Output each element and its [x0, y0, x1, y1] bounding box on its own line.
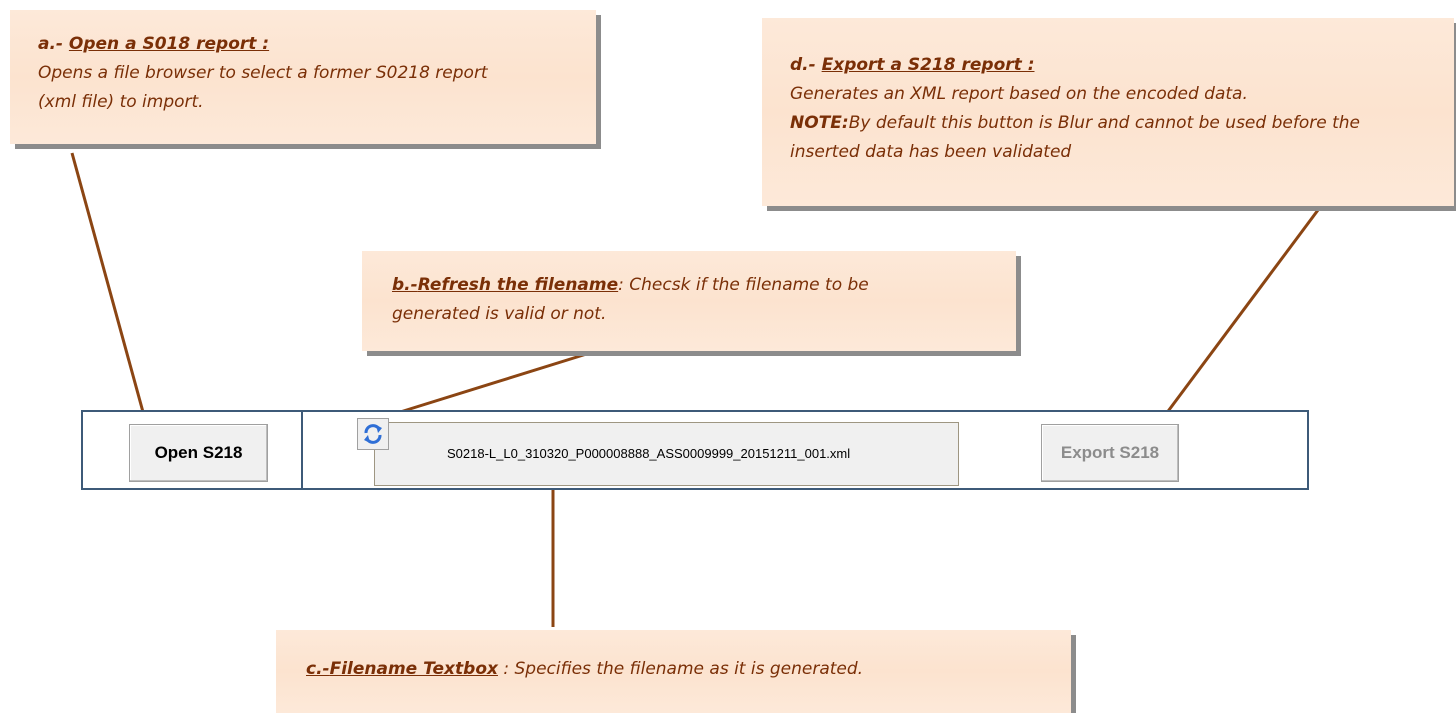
filename-textbox[interactable]: S0218-L_L0_310320_P000008888_ASS0009999_…: [374, 422, 959, 486]
report-toolbar: Open S218 S0218-L_L0_310320_P000008888_A…: [81, 410, 1309, 490]
toolbar-divider: [301, 412, 303, 488]
callout-b-line-1: b.-Refresh the filename: Checsk if the f…: [392, 275, 869, 295]
export-s218-button[interactable]: Export S218: [1041, 424, 1179, 482]
callout-c-line: c.-Filename Textbox : Specifies the file…: [306, 659, 864, 679]
leader-line-b: [396, 350, 594, 415]
callout-d-line-3: inserted data has been validated: [790, 142, 1072, 162]
callout-a-heading: a.- Open a S018 report :: [38, 34, 270, 54]
callout-filename-textbox: c.-Filename Textbox : Specifies the file…: [276, 630, 1071, 713]
callout-d-heading: d.- Export a S218 report :: [790, 55, 1035, 75]
callout-a-line-2: (xml file) to import.: [38, 92, 204, 112]
callout-open-report: a.- Open a S018 report : Opens a file br…: [10, 10, 596, 144]
refresh-filename-button[interactable]: [357, 418, 389, 450]
callout-a-line-1: Opens a file browser to select a former …: [38, 63, 488, 83]
leader-line-d: [1161, 209, 1320, 419]
callout-b-line-2: generated is valid or not.: [392, 304, 607, 324]
refresh-icon: [358, 419, 388, 449]
leader-line-a: [70, 152, 145, 413]
callout-export-report: d.- Export a S218 report : Generates an …: [762, 18, 1454, 206]
callout-refresh-filename: b.-Refresh the filename: Checsk if the f…: [362, 251, 1016, 351]
callout-d-note: NOTE:By default this button is Blur and …: [790, 113, 1360, 133]
open-s218-button[interactable]: Open S218: [129, 424, 268, 482]
callout-d-line-1: Generates an XML report based on the enc…: [790, 84, 1248, 104]
